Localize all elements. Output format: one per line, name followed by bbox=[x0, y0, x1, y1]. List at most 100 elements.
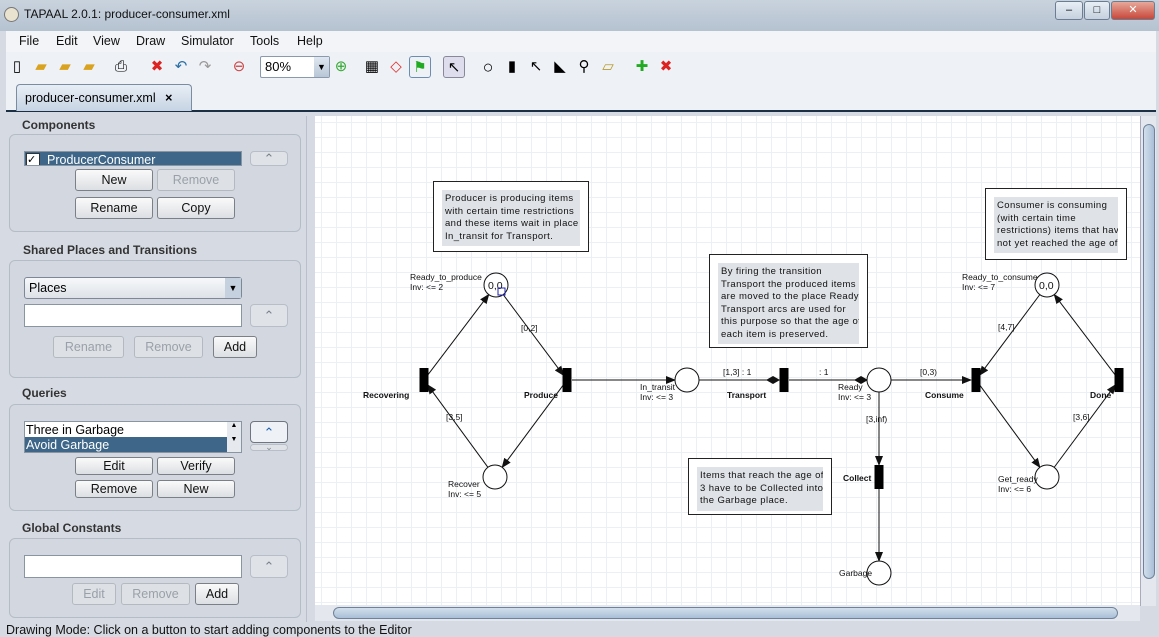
constants-list[interactable] bbox=[24, 555, 242, 578]
place-icon[interactable]: ○ bbox=[477, 56, 499, 78]
shared-rename-button[interactable]: Rename bbox=[53, 336, 124, 358]
transition-icon[interactable]: ▮ bbox=[501, 56, 523, 78]
checkbox[interactable]: ✓ bbox=[26, 153, 40, 165]
remove-query-button[interactable]: Remove bbox=[75, 480, 153, 498]
save-icon[interactable]: ▰ bbox=[54, 56, 76, 78]
note-transport[interactable]: By firing the transition Transport the p… bbox=[709, 254, 868, 348]
shared-add-button[interactable]: Add bbox=[213, 336, 257, 358]
arc-icon[interactable]: ↖ bbox=[525, 56, 547, 78]
print-icon[interactable]: ⎙ bbox=[110, 56, 132, 78]
menu-edit[interactable]: Edit bbox=[56, 34, 78, 48]
zoom-in-icon[interactable]: ⊕ bbox=[330, 56, 352, 78]
arc-label-gr_done: [3,6] bbox=[1073, 412, 1090, 422]
vertical-scrollbar[interactable] bbox=[1140, 116, 1156, 606]
maximize-button[interactable]: □ bbox=[1084, 1, 1110, 20]
menu-view[interactable]: View bbox=[93, 34, 120, 48]
place-int[interactable] bbox=[674, 367, 700, 393]
move-up-button[interactable]: ⌃ bbox=[250, 151, 288, 166]
remove-constant-button[interactable]: Remove bbox=[121, 583, 190, 605]
arc-cons-gr[interactable] bbox=[979, 384, 1041, 469]
annotation-icon[interactable]: ▱ bbox=[597, 56, 619, 78]
tab-producer-consumer[interactable]: producer-consumer.xml × bbox=[16, 84, 192, 111]
transport-arc-icon[interactable]: ◣ bbox=[549, 56, 571, 78]
menu-help[interactable]: Help bbox=[297, 34, 323, 48]
note-garbage[interactable]: Items that reach the age of 3 have to be… bbox=[688, 458, 832, 515]
arc-rec-recg[interactable] bbox=[426, 384, 489, 468]
arc-rtp-prod[interactable] bbox=[502, 294, 565, 376]
constants-move-up-button[interactable]: ⌃ bbox=[250, 555, 288, 578]
transition-label-prod: Produce bbox=[524, 390, 558, 400]
edit-query-button[interactable]: Edit bbox=[75, 457, 153, 475]
flag-icon[interactable]: ⚑ bbox=[409, 56, 431, 78]
transition-done[interactable] bbox=[1114, 368, 1124, 392]
transition-prod[interactable] bbox=[562, 368, 572, 392]
vertical-scroll-thumb[interactable] bbox=[1143, 124, 1155, 579]
save-as-icon[interactable]: ▰ bbox=[78, 56, 100, 78]
minimize-button[interactable]: ‒ bbox=[1055, 1, 1083, 20]
query-move-down-button[interactable]: ⌄ bbox=[250, 443, 288, 452]
arc-rtc-cons[interactable] bbox=[978, 294, 1041, 376]
zoom-out-icon[interactable]: ⊖ bbox=[228, 56, 250, 78]
transition-recg[interactable] bbox=[419, 368, 429, 392]
arc-done-rtc[interactable] bbox=[1053, 293, 1116, 376]
components-list[interactable]: ProducerConsumer ✓ bbox=[24, 151, 242, 166]
note-producer[interactable]: Producer is producing items with certain… bbox=[433, 181, 589, 252]
close-file-icon[interactable]: ✖ bbox=[146, 56, 168, 78]
query-item[interactable]: Three in Garbage bbox=[25, 422, 241, 437]
query-move-up-button[interactable]: ⌃ bbox=[250, 421, 288, 443]
menu-simulator[interactable]: Simulator bbox=[181, 34, 234, 48]
new-query-button[interactable]: New bbox=[157, 480, 235, 498]
remove-component-button[interactable]: Remove bbox=[157, 169, 235, 191]
inhibitor-icon[interactable]: ⚲ bbox=[573, 56, 595, 78]
drawing-canvas[interactable]: [0,2] [3,5] [1,3] : 1: 1 [0,3) [3,inf) [4,7] [… bbox=[315, 116, 1140, 605]
shared-type-select[interactable]: Places ▼ bbox=[24, 277, 242, 299]
arc-label-int_tr: [1,3] : 1 bbox=[723, 367, 752, 377]
transition-cons[interactable] bbox=[971, 368, 981, 392]
place-invariant-rec: Inv: <= 5 bbox=[448, 489, 481, 499]
place-invariant-rdy: Inv: <= 3 bbox=[838, 392, 871, 402]
app-icon bbox=[4, 7, 19, 22]
split-pane-divider[interactable] bbox=[306, 116, 314, 622]
query-item-selected[interactable]: Avoid Garbage bbox=[25, 437, 241, 452]
add-constant-button[interactable]: Add bbox=[195, 583, 239, 605]
tab-close-icon[interactable]: × bbox=[165, 91, 172, 105]
shared-move-up-button[interactable]: ⌃ bbox=[250, 304, 288, 327]
close-button[interactable]: ✕ bbox=[1111, 1, 1155, 20]
menu-draw[interactable]: Draw bbox=[136, 34, 165, 48]
place-rec[interactable] bbox=[482, 464, 508, 490]
add-token-icon[interactable]: ✚ bbox=[631, 56, 653, 78]
new-file-icon[interactable]: ▯ bbox=[6, 56, 28, 78]
window-title: TAPAAL 2.0.1: producer-consumer.xml bbox=[24, 7, 230, 21]
components-title: Components bbox=[22, 118, 96, 132]
place-gr[interactable] bbox=[1034, 464, 1060, 490]
undo-icon[interactable]: ↶ bbox=[170, 56, 192, 78]
place-rdy[interactable] bbox=[866, 367, 892, 393]
component-item[interactable]: ProducerConsumer bbox=[25, 152, 241, 165]
shared-type-value: Places bbox=[29, 281, 67, 295]
remove-token-icon[interactable]: ✖ bbox=[655, 56, 677, 78]
horizontal-scroll-thumb[interactable] bbox=[333, 607, 1118, 619]
rename-component-button[interactable]: Rename bbox=[75, 197, 153, 219]
shared-list[interactable] bbox=[24, 304, 242, 327]
note-garbage-text: Items that reach the age of 3 have to be… bbox=[697, 467, 823, 511]
queries-list[interactable]: Three in Garbage Avoid Garbage ▲ ▼ bbox=[24, 421, 242, 453]
select-pointer-icon[interactable]: ↖ bbox=[443, 56, 465, 78]
zoom-select[interactable]: 80% ▼ bbox=[260, 56, 330, 78]
new-component-button[interactable]: New bbox=[75, 169, 153, 191]
menu-tools[interactable]: Tools bbox=[250, 34, 279, 48]
redo-icon[interactable]: ↷ bbox=[194, 56, 216, 78]
copy-component-button[interactable]: Copy bbox=[157, 197, 235, 219]
edit-constant-button[interactable]: Edit bbox=[72, 583, 116, 605]
grid-icon[interactable]: ▦ bbox=[361, 56, 383, 78]
verify-query-button[interactable]: Verify bbox=[157, 457, 235, 475]
open-folder-icon[interactable]: ▰ bbox=[30, 56, 52, 78]
menu-file[interactable]: File bbox=[19, 34, 39, 48]
transition-tr[interactable] bbox=[779, 368, 789, 392]
horizontal-scrollbar[interactable] bbox=[315, 605, 1140, 621]
note-consumer[interactable]: Consumer is consuming (with certain time… bbox=[985, 188, 1127, 260]
xml-icon[interactable]: ◇ bbox=[385, 56, 407, 78]
shared-remove-button[interactable]: Remove bbox=[134, 336, 203, 358]
arc-recg-rtp[interactable] bbox=[427, 293, 490, 376]
queries-scrollbar[interactable]: ▲ ▼ bbox=[227, 422, 241, 452]
transition-col[interactable] bbox=[874, 465, 884, 489]
